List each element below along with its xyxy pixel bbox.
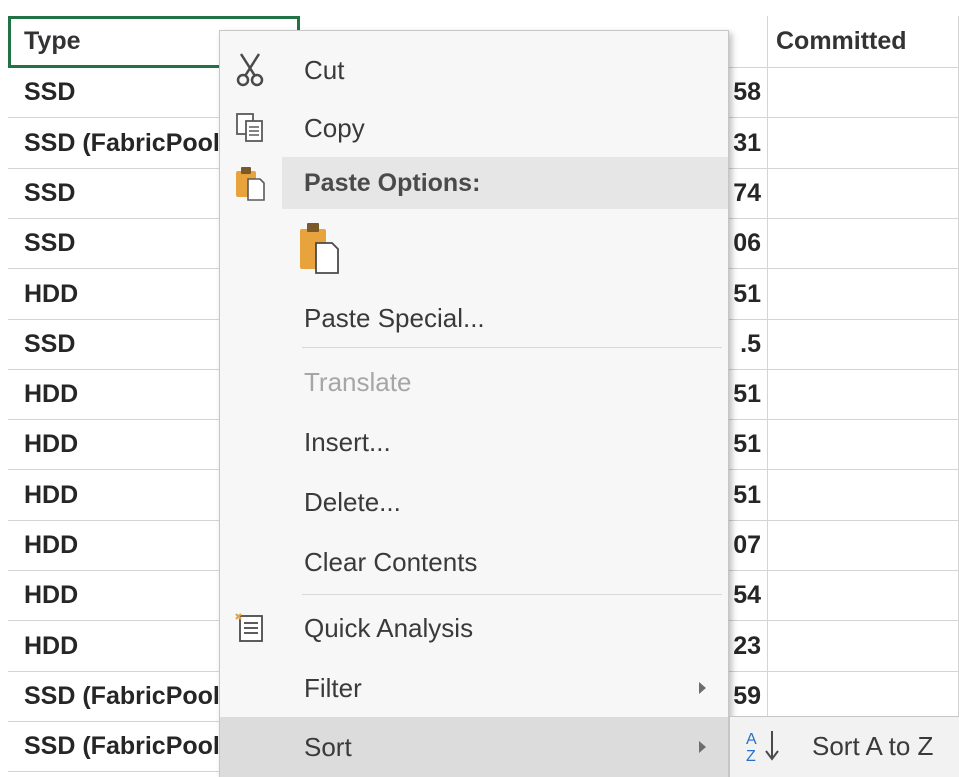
menu-item-insert[interactable]: Insert... bbox=[220, 413, 728, 471]
committed-cell[interactable] bbox=[768, 68, 959, 118]
sort-az-icon: A Z bbox=[744, 727, 784, 770]
menu-label-sort: Sort bbox=[304, 731, 352, 762]
menu-item-paste-special[interactable]: Paste Special... bbox=[220, 289, 728, 347]
committed-cell[interactable] bbox=[768, 571, 959, 621]
menu-item-clear-contents[interactable]: Clear Contents bbox=[220, 533, 728, 591]
clipboard-icon bbox=[300, 223, 339, 274]
paste-options-icon-cell bbox=[220, 155, 282, 213]
menu-item-sort[interactable]: Sort bbox=[220, 717, 728, 777]
menu-item-cut[interactable]: Cut bbox=[220, 41, 728, 99]
paste-button[interactable] bbox=[298, 221, 342, 277]
menu-label-filter: Filter bbox=[304, 672, 362, 703]
submenu-item-sort-a-to-z[interactable]: A Z Sort A to Z bbox=[730, 717, 959, 777]
committed-cell[interactable] bbox=[768, 521, 959, 571]
menu-item-translate: Translate bbox=[220, 353, 728, 411]
committed-cell[interactable] bbox=[768, 672, 959, 722]
paste-options-label: Paste Options: bbox=[304, 168, 481, 197]
menu-label-quick-analysis: Quick Analysis bbox=[304, 612, 474, 643]
column-header-committed[interactable]: Committed bbox=[768, 16, 959, 68]
submenu-arrow-icon bbox=[699, 741, 706, 753]
menu-item-delete[interactable]: Delete... bbox=[220, 473, 728, 531]
menu-item-copy[interactable]: Copy bbox=[220, 99, 728, 157]
svg-text:A: A bbox=[746, 731, 757, 748]
menu-label-insert: Insert... bbox=[304, 426, 391, 457]
menu-label-translate: Translate bbox=[304, 366, 412, 397]
submenu-arrow-icon bbox=[699, 682, 706, 694]
menu-label-paste-special: Paste Special... bbox=[304, 302, 485, 333]
paste-options-header: Paste Options: bbox=[282, 157, 728, 209]
context-menu: Cut Copy Paste Options: Paste Special...… bbox=[219, 30, 729, 777]
menu-item-quick-analysis[interactable]: Quick Analysis bbox=[220, 599, 728, 657]
menu-item-filter[interactable]: Filter bbox=[220, 659, 728, 717]
svg-text:Z: Z bbox=[746, 748, 756, 765]
committed-cell[interactable] bbox=[768, 269, 959, 320]
committed-cell[interactable] bbox=[768, 169, 959, 219]
clipboard-icon bbox=[230, 162, 270, 206]
committed-cell[interactable] bbox=[768, 420, 959, 470]
copy-icon bbox=[230, 106, 270, 150]
committed-cell[interactable] bbox=[768, 370, 959, 420]
committed-cell[interactable] bbox=[768, 470, 959, 521]
quick-analysis-icon bbox=[230, 606, 270, 650]
menu-label-delete: Delete... bbox=[304, 486, 401, 517]
committed-cell[interactable] bbox=[768, 219, 959, 269]
scissors-icon bbox=[230, 48, 270, 92]
sort-submenu: A Z Sort A to Z bbox=[729, 716, 959, 777]
menu-label-cut: Cut bbox=[304, 54, 345, 85]
menu-label-copy: Copy bbox=[304, 112, 365, 143]
menu-label-clear-contents: Clear Contents bbox=[304, 546, 478, 577]
committed-cell[interactable] bbox=[768, 118, 959, 169]
committed-cell[interactable] bbox=[768, 621, 959, 672]
menu-separator bbox=[302, 594, 722, 595]
submenu-label-sort-a-to-z: Sort A to Z bbox=[812, 731, 934, 761]
menu-separator bbox=[302, 347, 722, 348]
committed-cell[interactable] bbox=[768, 320, 959, 370]
